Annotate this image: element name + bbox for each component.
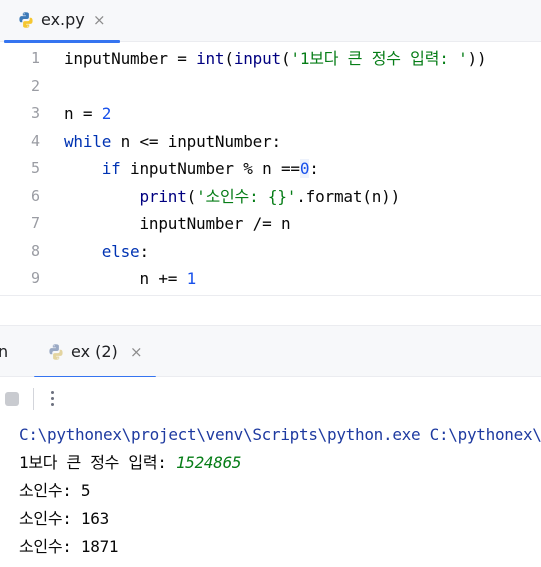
editor-tab-bar: ex.py × bbox=[0, 0, 541, 43]
code-token: )) bbox=[467, 49, 487, 68]
code-token: inputNumber = bbox=[64, 49, 197, 68]
code-token: 0 bbox=[299, 159, 310, 178]
code-token: n = bbox=[64, 104, 102, 123]
code-text: n += 1 bbox=[64, 265, 196, 293]
code-token: 2 bbox=[101, 104, 112, 123]
code-line: 7 inputNumber /= n bbox=[0, 210, 541, 238]
line-number[interactable]: 1 bbox=[20, 45, 40, 73]
run-tool-window-header: n ex (2) × bbox=[0, 325, 541, 379]
line-number[interactable]: 5 bbox=[20, 155, 40, 183]
code-token: n += bbox=[64, 269, 187, 288]
line-number[interactable]: 2 bbox=[20, 73, 40, 101]
line-number[interactable]: 3 bbox=[20, 100, 40, 128]
code-token: print bbox=[139, 186, 187, 206]
line-number[interactable]: 4 bbox=[20, 128, 40, 156]
code-text: print('소인수: {}'.format(n)) bbox=[64, 183, 400, 211]
code-token: input bbox=[233, 49, 281, 68]
code-line: 9 n += 1 bbox=[0, 265, 541, 293]
code-text: while n <= inputNumber: bbox=[64, 128, 281, 156]
code-line: 8 else: bbox=[0, 238, 541, 266]
run-tab-ex-2[interactable]: ex (2) × bbox=[34, 326, 156, 379]
code-token: .format(n)) bbox=[296, 186, 401, 206]
python-run-icon bbox=[49, 344, 63, 360]
code-token: while bbox=[64, 131, 112, 151]
line-number[interactable]: 9 bbox=[20, 265, 40, 293]
console-command-line: C:\pythonex\project\venv\Scripts\python.… bbox=[19, 425, 541, 444]
code-line: 5 if inputNumber % n ==0: bbox=[0, 155, 541, 183]
run-window-title: n bbox=[0, 342, 9, 361]
code-token: : bbox=[309, 159, 319, 178]
close-icon[interactable]: × bbox=[93, 12, 106, 28]
code-token: n <= inputNumber: bbox=[111, 131, 282, 151]
code-line: 1 inputNumber = int(input('1보다 큰 정수 입력: '… bbox=[0, 45, 541, 73]
editor-tab-label: ex.py bbox=[41, 10, 85, 29]
python-file-icon bbox=[19, 12, 33, 28]
close-icon[interactable]: × bbox=[130, 344, 143, 360]
code-line: 6 print('소인수: {}'.format(n)) bbox=[0, 183, 541, 211]
code-token: 1 bbox=[186, 269, 197, 288]
code-token: ( bbox=[280, 49, 291, 68]
console-prompt-line: 1보다 큰 정수 입력: 1524865 bbox=[19, 449, 242, 477]
ide-window: ex.py × 1 inputNumber = int(input('1보다 큰 … bbox=[0, 0, 541, 567]
code-token: ( bbox=[186, 186, 197, 206]
code-line: 4 while n <= inputNumber: bbox=[0, 128, 541, 156]
code-token: inputNumber % n == bbox=[120, 159, 300, 178]
code-token: int bbox=[196, 49, 225, 68]
stop-icon[interactable] bbox=[5, 392, 19, 406]
code-line: 3 n = 2 bbox=[0, 100, 541, 128]
run-console[interactable]: C:\pythonex\project\venv\Scripts\python.… bbox=[0, 421, 541, 567]
console-output-line: 소인수: 5 bbox=[19, 481, 91, 500]
more-vertical-icon[interactable] bbox=[45, 387, 59, 411]
code-token: inputNumber /= n bbox=[64, 214, 291, 233]
console-prompt: 1보다 큰 정수 입력: bbox=[19, 453, 176, 472]
code-text: else: bbox=[64, 238, 149, 266]
run-tab-label: ex (2) bbox=[71, 342, 118, 361]
code-line: 2 bbox=[0, 73, 541, 101]
editor-tab-ex-py[interactable]: ex.py × bbox=[0, 0, 121, 43]
line-number[interactable]: 6 bbox=[20, 183, 40, 211]
code-token: else bbox=[101, 241, 140, 261]
line-number[interactable]: 8 bbox=[20, 238, 40, 266]
toolbar-divider bbox=[33, 388, 34, 410]
code-text: inputNumber = int(input('1보다 큰 정수 입력: ')… bbox=[64, 45, 487, 73]
code-token: if bbox=[101, 159, 121, 178]
code-token: ( bbox=[224, 49, 234, 68]
code-token: : bbox=[139, 241, 149, 261]
console-output-line: 소인수: 163 bbox=[19, 509, 109, 528]
code-editor[interactable]: 1 inputNumber = int(input('1보다 큰 정수 입력: '… bbox=[0, 43, 541, 294]
console-user-input: 1524865 bbox=[175, 453, 242, 472]
code-text: if inputNumber % n ==0: bbox=[64, 155, 319, 183]
code-text: n = 2 bbox=[64, 100, 111, 128]
code-token: '소인수: {}' bbox=[196, 186, 297, 206]
line-number[interactable]: 7 bbox=[20, 210, 40, 238]
console-output-line: 소인수: 1871 bbox=[19, 537, 119, 556]
code-text: inputNumber /= n bbox=[64, 210, 290, 238]
code-token: '1보다 큰 정수 입력: ' bbox=[290, 49, 468, 68]
tool-window-splitter[interactable] bbox=[0, 296, 541, 325]
run-toolbar bbox=[0, 377, 541, 421]
